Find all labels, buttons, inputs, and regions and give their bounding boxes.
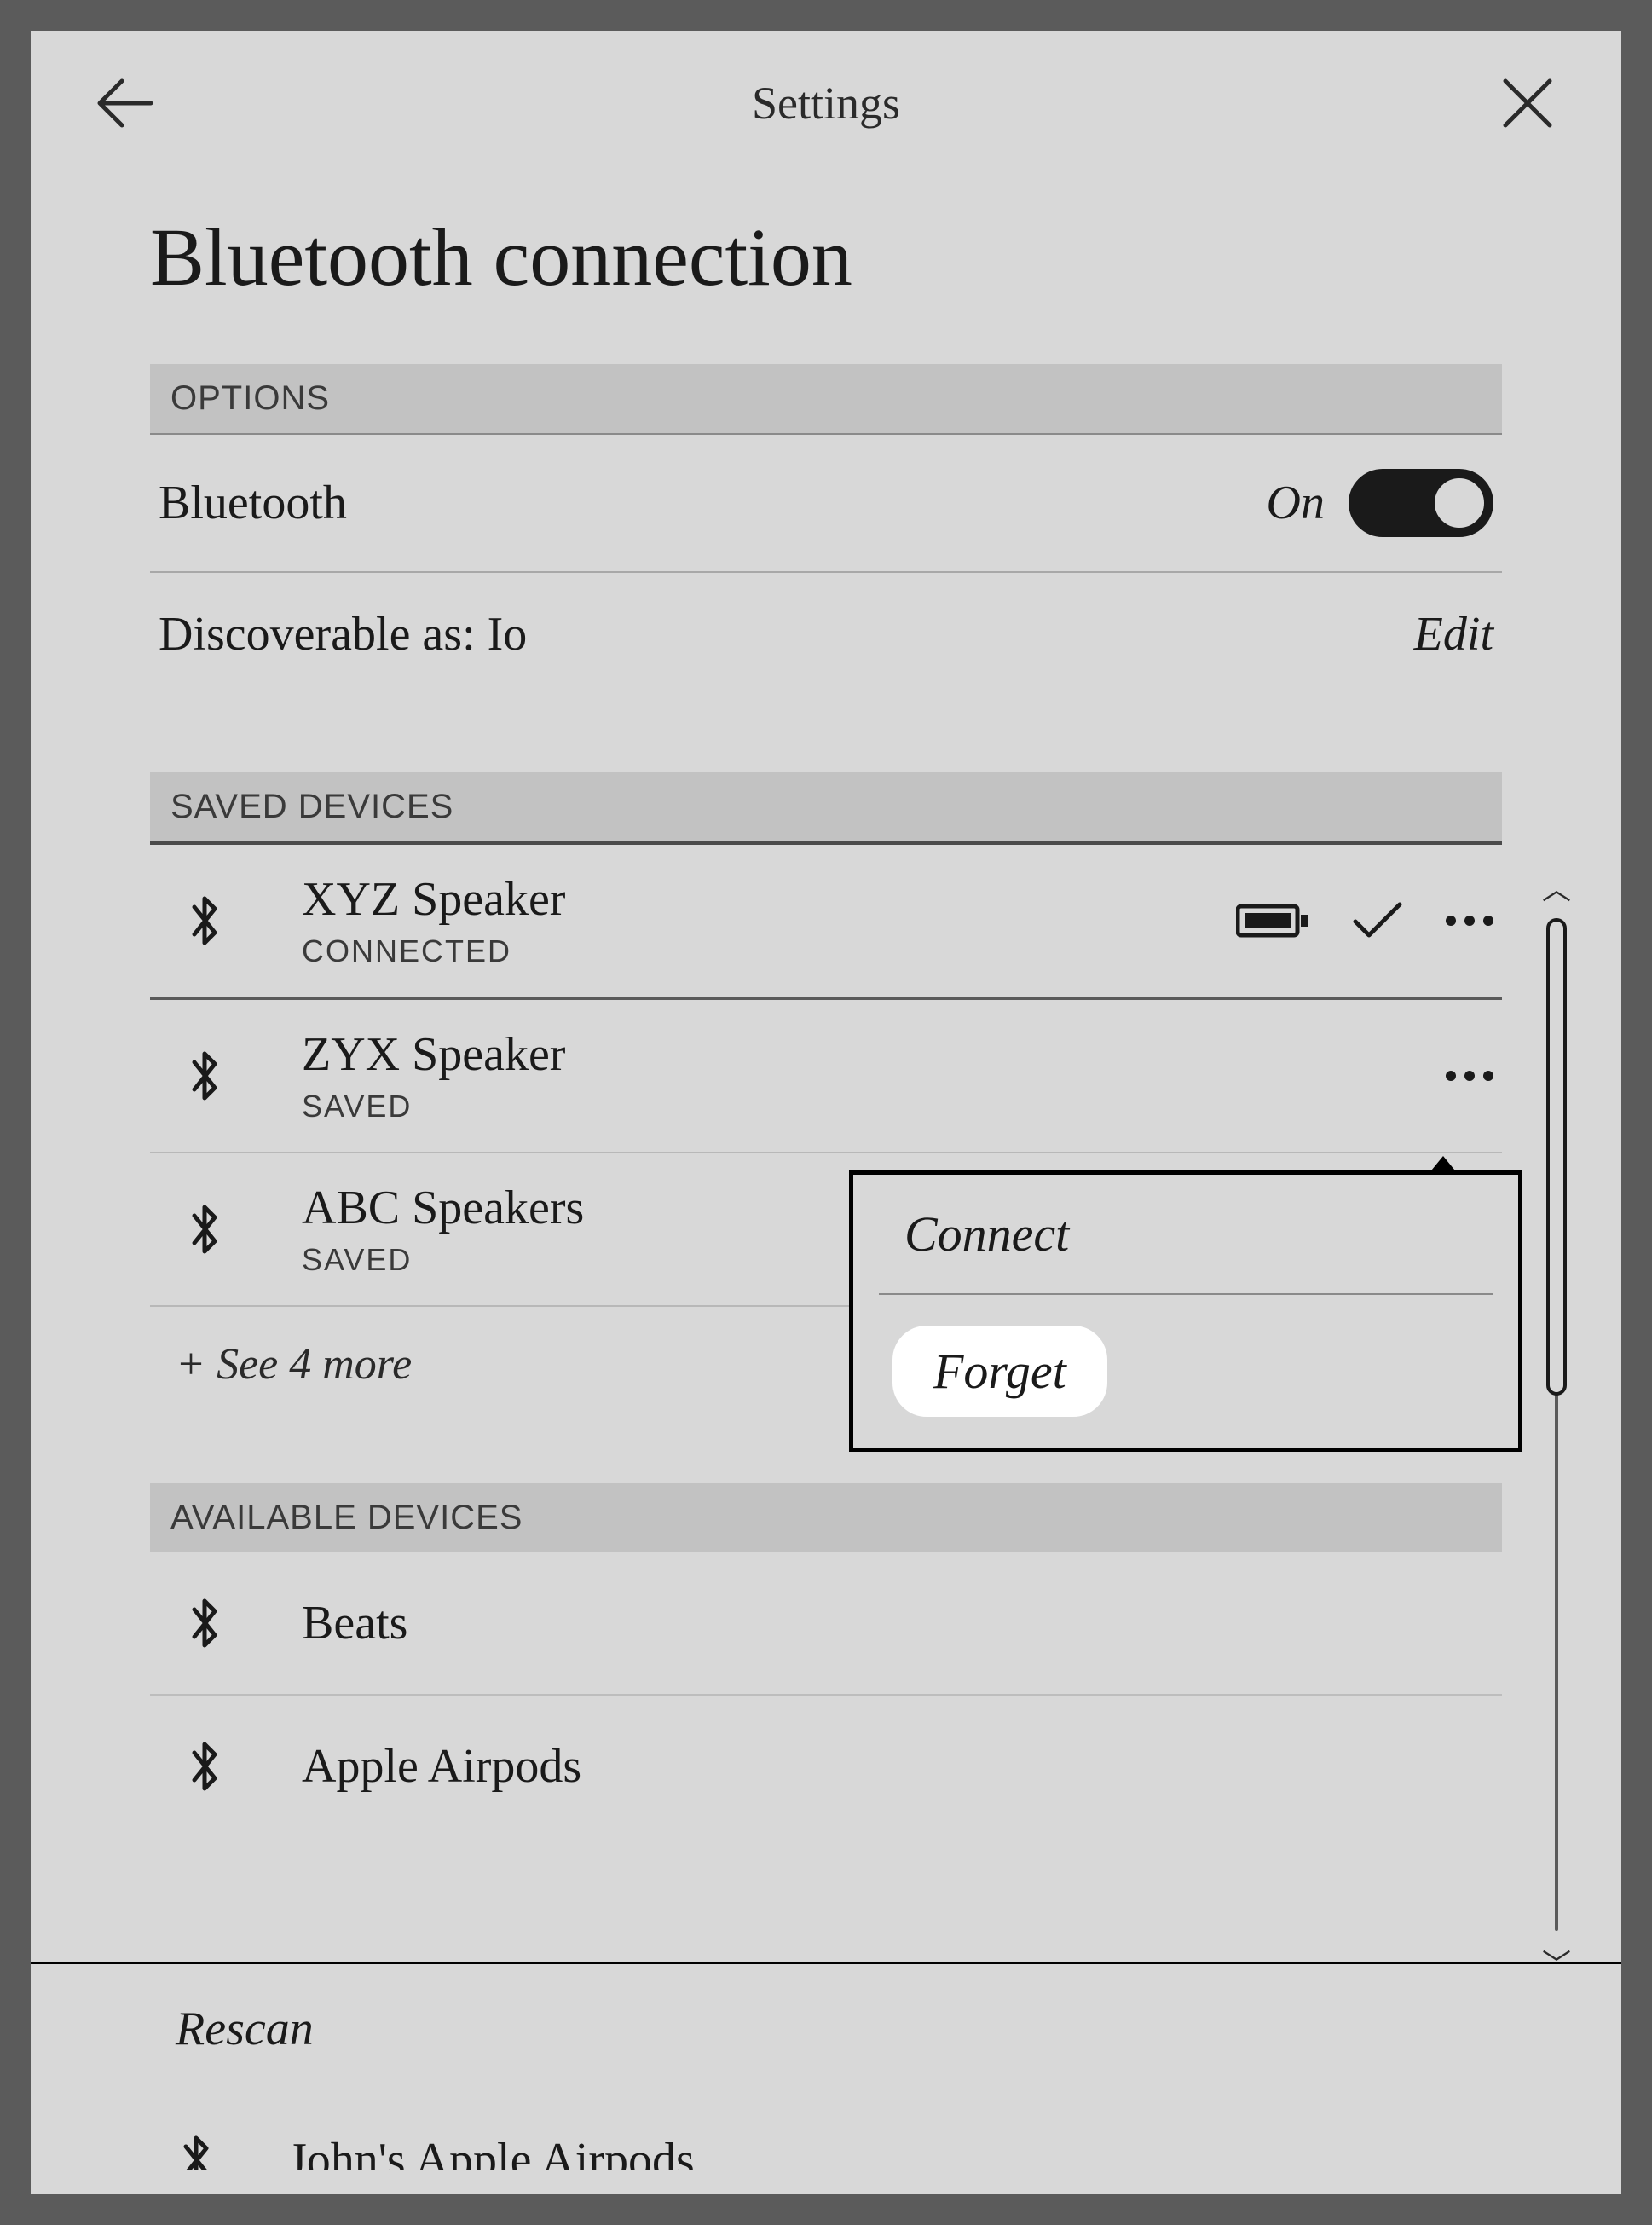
back-button[interactable]: [90, 69, 159, 137]
section-options-header: OPTIONS: [150, 364, 1502, 435]
device-name: ZYX Speaker: [302, 1027, 565, 1082]
bluetooth-icon: [184, 1046, 225, 1106]
device-status: SAVED: [302, 1089, 565, 1124]
discoverable-row: Discoverable as: Io Edit: [150, 573, 1502, 696]
device-name: ABC Speakers: [302, 1181, 584, 1235]
bluetooth-label: Bluetooth: [159, 476, 347, 530]
scroll-track: [1555, 918, 1558, 1931]
device-status: CONNECTED: [302, 933, 565, 969]
toggle-knob: [1430, 474, 1488, 532]
bluetooth-icon: [184, 891, 225, 951]
device-options-popup: Connect Forget: [849, 1170, 1522, 1452]
more-options-button[interactable]: [1446, 916, 1493, 926]
bluetooth-icon: [184, 1737, 225, 1796]
edit-name-button[interactable]: Edit: [1414, 607, 1493, 662]
saved-device-row[interactable]: XYZ Speaker CONNECTED: [150, 845, 1502, 1000]
bluetooth-toggle-row: Bluetooth On: [150, 435, 1502, 573]
section-available-header: AVAILABLE DEVICES: [150, 1483, 1502, 1552]
device-name: Apple Airpods: [302, 1739, 581, 1794]
rescan-button[interactable]: Rescan: [31, 1962, 1621, 2133]
more-options-button[interactable]: [1446, 1071, 1493, 1081]
popup-forget-label: Forget: [892, 1326, 1107, 1417]
battery-icon: [1236, 901, 1309, 940]
available-device-row[interactable]: Beats: [150, 1552, 1502, 1696]
saved-device-row[interactable]: ZYX Speaker SAVED Connect Forget: [150, 1000, 1502, 1153]
popup-forget-button[interactable]: Forget: [853, 1295, 1518, 1448]
top-bar: Settings: [31, 31, 1621, 176]
bluetooth-icon: [184, 1199, 225, 1259]
arrow-left-icon: [95, 78, 154, 129]
bluetooth-toggle[interactable]: [1349, 469, 1493, 537]
device-name: Beats: [302, 1596, 407, 1650]
ellipsis-icon: [1446, 916, 1493, 926]
scrollbar[interactable]: ︿ ﹀: [1539, 866, 1574, 1983]
discoverable-label: Discoverable as: Io: [159, 607, 527, 662]
device-status: SAVED: [302, 1242, 584, 1278]
close-icon: [1500, 76, 1555, 130]
page-title: Bluetooth connection: [150, 210, 1502, 304]
available-device-row[interactable]: Apple Airpods: [150, 1696, 1502, 1805]
device-name: John's Apple Airpods: [288, 2133, 695, 2170]
bluetooth-icon: [184, 1593, 225, 1653]
popup-connect-button[interactable]: Connect: [879, 1175, 1493, 1295]
chevron-up-icon: ︿: [1542, 866, 1571, 908]
bluetooth-state: On: [1267, 476, 1325, 530]
ellipsis-icon: [1446, 1071, 1493, 1081]
scroll-thumb[interactable]: [1546, 918, 1567, 1396]
bluetooth-icon: [181, 2135, 211, 2170]
header-title: Settings: [752, 77, 900, 130]
close-button[interactable]: [1493, 69, 1562, 137]
section-saved-header: SAVED DEVICES: [150, 772, 1502, 845]
device-name: XYZ Speaker: [302, 872, 565, 927]
check-icon: [1352, 901, 1403, 940]
